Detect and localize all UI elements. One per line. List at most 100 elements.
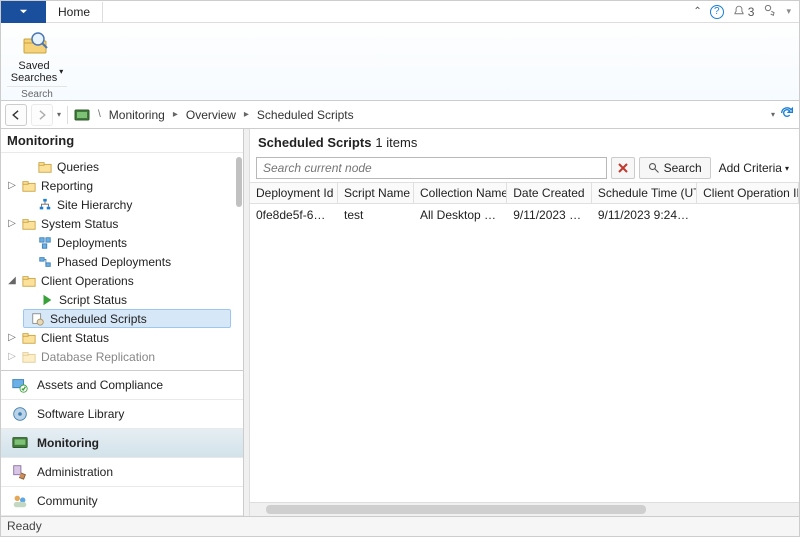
chevron-down-icon: ▾ <box>785 164 789 173</box>
search-button[interactable]: Search <box>639 157 711 179</box>
cell-operation-id <box>697 207 799 223</box>
breadcrumb-separator-icon: \ <box>94 109 105 120</box>
tree-item-deployments[interactable]: Deployments <box>1 233 243 252</box>
expand-icon[interactable]: ▷ <box>7 351 17 362</box>
wunderbar: Assets and Compliance Software Library M… <box>1 370 243 516</box>
expand-icon[interactable]: ▷ <box>7 218 17 229</box>
bar-label: Monitoring <box>37 436 99 450</box>
cell-script-name: test <box>338 207 414 223</box>
help-icon[interactable]: ? <box>710 5 724 19</box>
tree-item-client-operations[interactable]: ◢ Client Operations <box>1 271 243 290</box>
chevron-right-icon[interactable]: ▸ <box>240 109 253 120</box>
expand-icon[interactable]: ▷ <box>7 180 17 191</box>
nav-back-button[interactable] <box>5 104 27 126</box>
deployment-icon <box>37 235 53 251</box>
navigation-bar: ▾ \ Monitoring ▸ Overview ▸ Scheduled Sc… <box>1 101 799 129</box>
grid-header: Deployment Id Script Name Collection Nam… <box>250 182 799 204</box>
cell-collection: All Desktop and... <box>414 207 507 223</box>
notification-count: 3 <box>748 5 755 19</box>
close-icon <box>617 162 629 174</box>
add-criteria-dropdown[interactable]: Add Criteria ▾ <box>715 161 793 175</box>
bar-library[interactable]: Software Library <box>1 400 243 429</box>
col-collection-name[interactable]: Collection Name <box>414 183 507 203</box>
feedback-icon[interactable] <box>762 2 778 21</box>
titlebar: Home ⌃ ? 3 ▾ <box>1 1 799 23</box>
pane-title: Scheduled Scripts <box>258 135 371 150</box>
col-schedule-time[interactable]: Schedule Time (UTC) <box>592 183 697 203</box>
bar-community[interactable]: Community <box>1 487 243 516</box>
col-date-created[interactable]: Date Created <box>507 183 592 203</box>
breadcrumb-overview[interactable]: Overview <box>186 108 236 122</box>
bar-label: Software Library <box>37 407 124 421</box>
sidebar: Monitoring Queries ▷ Reporting Site Hier… <box>1 129 244 516</box>
breadcrumb-monitoring[interactable]: Monitoring <box>109 108 165 122</box>
ribbon-minimize-caret[interactable]: ⌃ <box>693 6 701 17</box>
breadcrumb-scheduled-scripts[interactable]: Scheduled Scripts <box>257 108 354 122</box>
bar-label: Assets and Compliance <box>37 378 163 392</box>
grid-body[interactable]: 0fe8de5f-6ef5-... test All Desktop and..… <box>250 204 799 502</box>
tree-item-scheduled-scripts[interactable]: Scheduled Scripts <box>23 309 231 328</box>
nav-forward-button[interactable] <box>31 104 53 126</box>
tab-home[interactable]: Home <box>46 2 103 22</box>
bar-assets[interactable]: Assets and Compliance <box>1 371 243 400</box>
tree-item-phased-deployments[interactable]: Phased Deployments <box>1 252 243 271</box>
scrollbar-thumb[interactable] <box>266 505 646 514</box>
col-deployment-id[interactable]: Deployment Id <box>250 183 338 203</box>
app-menu-dropdown[interactable] <box>1 1 46 23</box>
tree-item-system-status[interactable]: ▷ System Status <box>1 214 243 233</box>
tree-item-client-status[interactable]: ▷ Client Status <box>1 328 243 347</box>
magnifier-folder-icon <box>21 27 53 59</box>
collapse-icon[interactable]: ◢ <box>7 275 17 286</box>
tree-label: System Status <box>41 217 118 231</box>
col-client-operation-id[interactable]: Client Operation ID <box>697 183 799 203</box>
refresh-icon[interactable] <box>779 105 795 124</box>
scrollbar-thumb[interactable] <box>236 157 242 207</box>
tree-item-reporting[interactable]: ▷ Reporting <box>1 176 243 195</box>
navigation-tree[interactable]: Queries ▷ Reporting Site Hierarchy ▷ Sys… <box>1 153 243 370</box>
saved-searches-button[interactable]: Saved Searches▾ Search <box>7 25 67 98</box>
nav-history-dropdown[interactable]: ▾ <box>57 110 61 119</box>
feedback-dropdown-icon[interactable]: ▾ <box>786 6 791 17</box>
bar-monitoring[interactable]: Monitoring <box>1 429 243 458</box>
chevron-right-icon[interactable]: ▸ <box>169 109 182 120</box>
notification-bell[interactable]: 3 <box>732 5 755 19</box>
tree-item-site-hierarchy[interactable]: Site Hierarchy <box>1 195 243 214</box>
tree-item-script-status[interactable]: Script Status <box>1 290 243 309</box>
search-button-label: Search <box>664 161 702 175</box>
cell-date-created: 9/11/2023 2:2... <box>507 207 592 223</box>
tree-item-db-replication[interactable]: ▷ Database Replication <box>1 347 243 366</box>
table-row[interactable]: 0fe8de5f-6ef5-... test All Desktop and..… <box>250 204 799 226</box>
tree-label: Scheduled Scripts <box>50 312 147 326</box>
bar-administration[interactable]: Administration <box>1 458 243 487</box>
bar-label: Community <box>37 494 98 508</box>
tree-label: Site Hierarchy <box>57 198 132 212</box>
search-icon <box>648 162 660 174</box>
ribbon-group-caption: Search <box>7 86 67 100</box>
tree-label: Client Operations <box>41 274 134 288</box>
assets-icon <box>11 376 29 394</box>
horizontal-scrollbar[interactable] <box>250 502 799 516</box>
col-script-name[interactable]: Script Name <box>338 183 414 203</box>
play-icon <box>39 292 55 308</box>
folder-icon <box>37 159 53 175</box>
expand-icon[interactable]: ▷ <box>7 332 17 343</box>
folder-icon <box>21 330 37 346</box>
administration-icon <box>11 463 29 481</box>
address-dropdown[interactable]: ▾ <box>771 110 775 119</box>
pane-count: 1 items <box>375 135 417 150</box>
ribbon: Saved Searches▾ Search <box>1 23 799 101</box>
tree-label: Reporting <box>41 179 93 193</box>
tree-label: Script Status <box>59 293 127 307</box>
folder-icon <box>21 178 37 194</box>
status-bar: Ready <box>1 516 799 536</box>
add-criteria-label: Add Criteria <box>719 161 782 175</box>
clear-search-button[interactable] <box>611 157 635 179</box>
cell-deployment-id: 0fe8de5f-6ef5-... <box>250 207 338 223</box>
tree-label: Deployments <box>57 236 127 250</box>
search-input[interactable] <box>256 157 607 179</box>
hierarchy-icon <box>37 197 53 213</box>
tree-label: Client Status <box>41 331 109 345</box>
tree-item-queries[interactable]: Queries <box>1 157 243 176</box>
library-icon <box>11 405 29 423</box>
monitoring-icon <box>11 434 29 452</box>
